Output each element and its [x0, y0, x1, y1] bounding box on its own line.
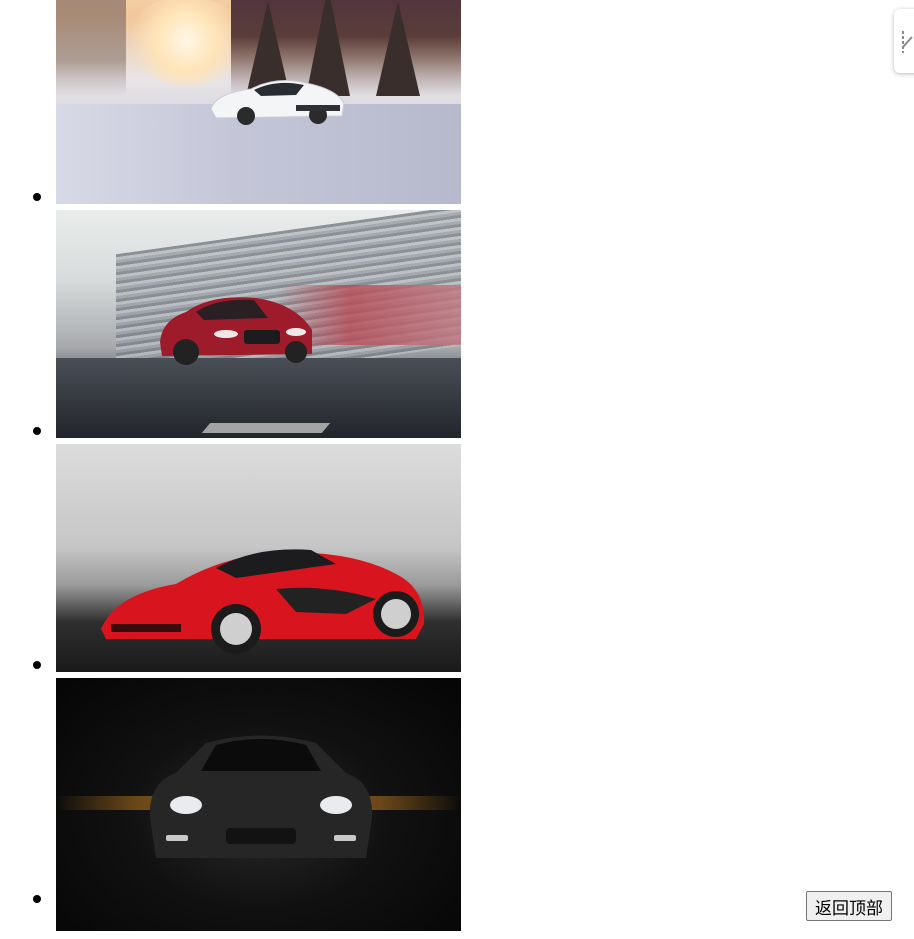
red-sedan-motion-photo[interactable] — [56, 210, 461, 438]
back-to-top-button[interactable]: 返回顶部 — [806, 891, 892, 921]
bullet-icon — [33, 661, 41, 669]
black-car-dark-photo[interactable] — [56, 678, 461, 931]
bullet-icon — [33, 427, 41, 435]
car-shape-icon — [210, 80, 345, 125]
white-supercar-snow-photo[interactable] — [56, 0, 461, 204]
red-supercar-photo[interactable] — [56, 444, 461, 672]
bullet-icon — [33, 895, 41, 903]
bullet-icon — [33, 193, 41, 201]
floating-side-tab[interactable] — [894, 9, 914, 73]
car-shape-icon — [160, 297, 312, 365]
car-shape-icon — [149, 735, 373, 858]
floating-tab-icon — [902, 31, 913, 53]
car-shape-icon — [101, 549, 425, 654]
page: 返回顶部 — [0, 0, 914, 939]
